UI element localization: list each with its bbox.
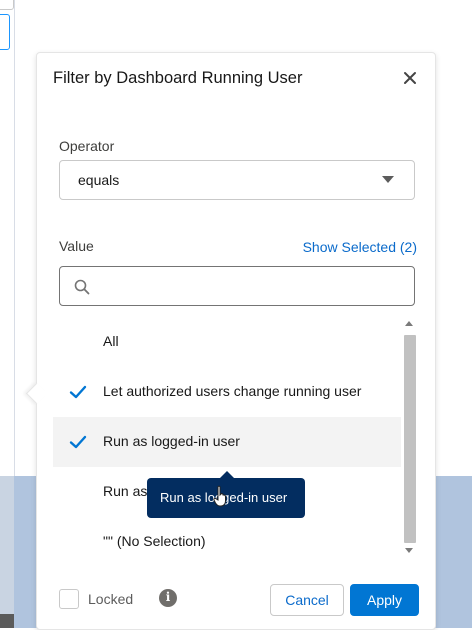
list-item[interactable]: Run as logged-in user — [53, 417, 401, 467]
listbox-scrollbar[interactable] — [401, 317, 417, 557]
operator-value: equals — [78, 172, 120, 188]
checkmark-icon — [69, 385, 87, 399]
popover-nubbin — [25, 382, 48, 405]
info-glyph: i — [165, 590, 171, 604]
cursor-icon — [213, 485, 226, 507]
locked-checkbox[interactable] — [59, 589, 79, 609]
scrollbar-thumb[interactable] — [404, 335, 416, 543]
chevron-down-icon — [382, 176, 394, 183]
info-icon[interactable]: i — [159, 589, 177, 607]
option-label: Let authorized users change running user — [103, 383, 362, 399]
search-icon — [74, 279, 90, 295]
value-search[interactable] — [59, 266, 415, 306]
background-focused-control — [0, 14, 10, 50]
scroll-down-icon[interactable] — [405, 548, 413, 553]
background-control — [0, 0, 14, 10]
close-icon — [404, 72, 416, 84]
operator-label: Operator — [59, 138, 115, 154]
option-label: Run as — [103, 483, 148, 499]
value-listbox[interactable]: All Let authorized users change running … — [53, 317, 419, 557]
apply-button[interactable]: Apply — [350, 584, 419, 616]
option-label: All — [103, 333, 119, 349]
close-button[interactable] — [399, 67, 421, 89]
locked-label: Locked — [88, 591, 134, 607]
filter-popover: Filter by Dashboard Running User Operato… — [25, 52, 436, 630]
show-selected-link[interactable]: Show Selected (2) — [303, 239, 417, 255]
background-band-edge — [0, 476, 14, 628]
checkmark-icon — [69, 435, 87, 449]
option-label: "" (No Selection) — [103, 533, 206, 549]
tooltip-arrow — [219, 471, 235, 479]
cancel-button[interactable]: Cancel — [270, 584, 344, 616]
search-input[interactable] — [100, 273, 404, 299]
list-item[interactable]: All — [53, 317, 401, 367]
background-corner — [0, 614, 14, 628]
list-item[interactable]: Let authorized users change running user — [53, 367, 401, 417]
popover-title: Filter by Dashboard Running User — [53, 69, 303, 87]
option-label: Run as logged-in user — [103, 433, 240, 449]
operator-select[interactable]: equals — [59, 160, 415, 200]
scroll-up-icon[interactable] — [405, 321, 413, 326]
value-label: Value — [59, 238, 94, 254]
list-item[interactable]: "" (No Selection) — [53, 517, 401, 557]
